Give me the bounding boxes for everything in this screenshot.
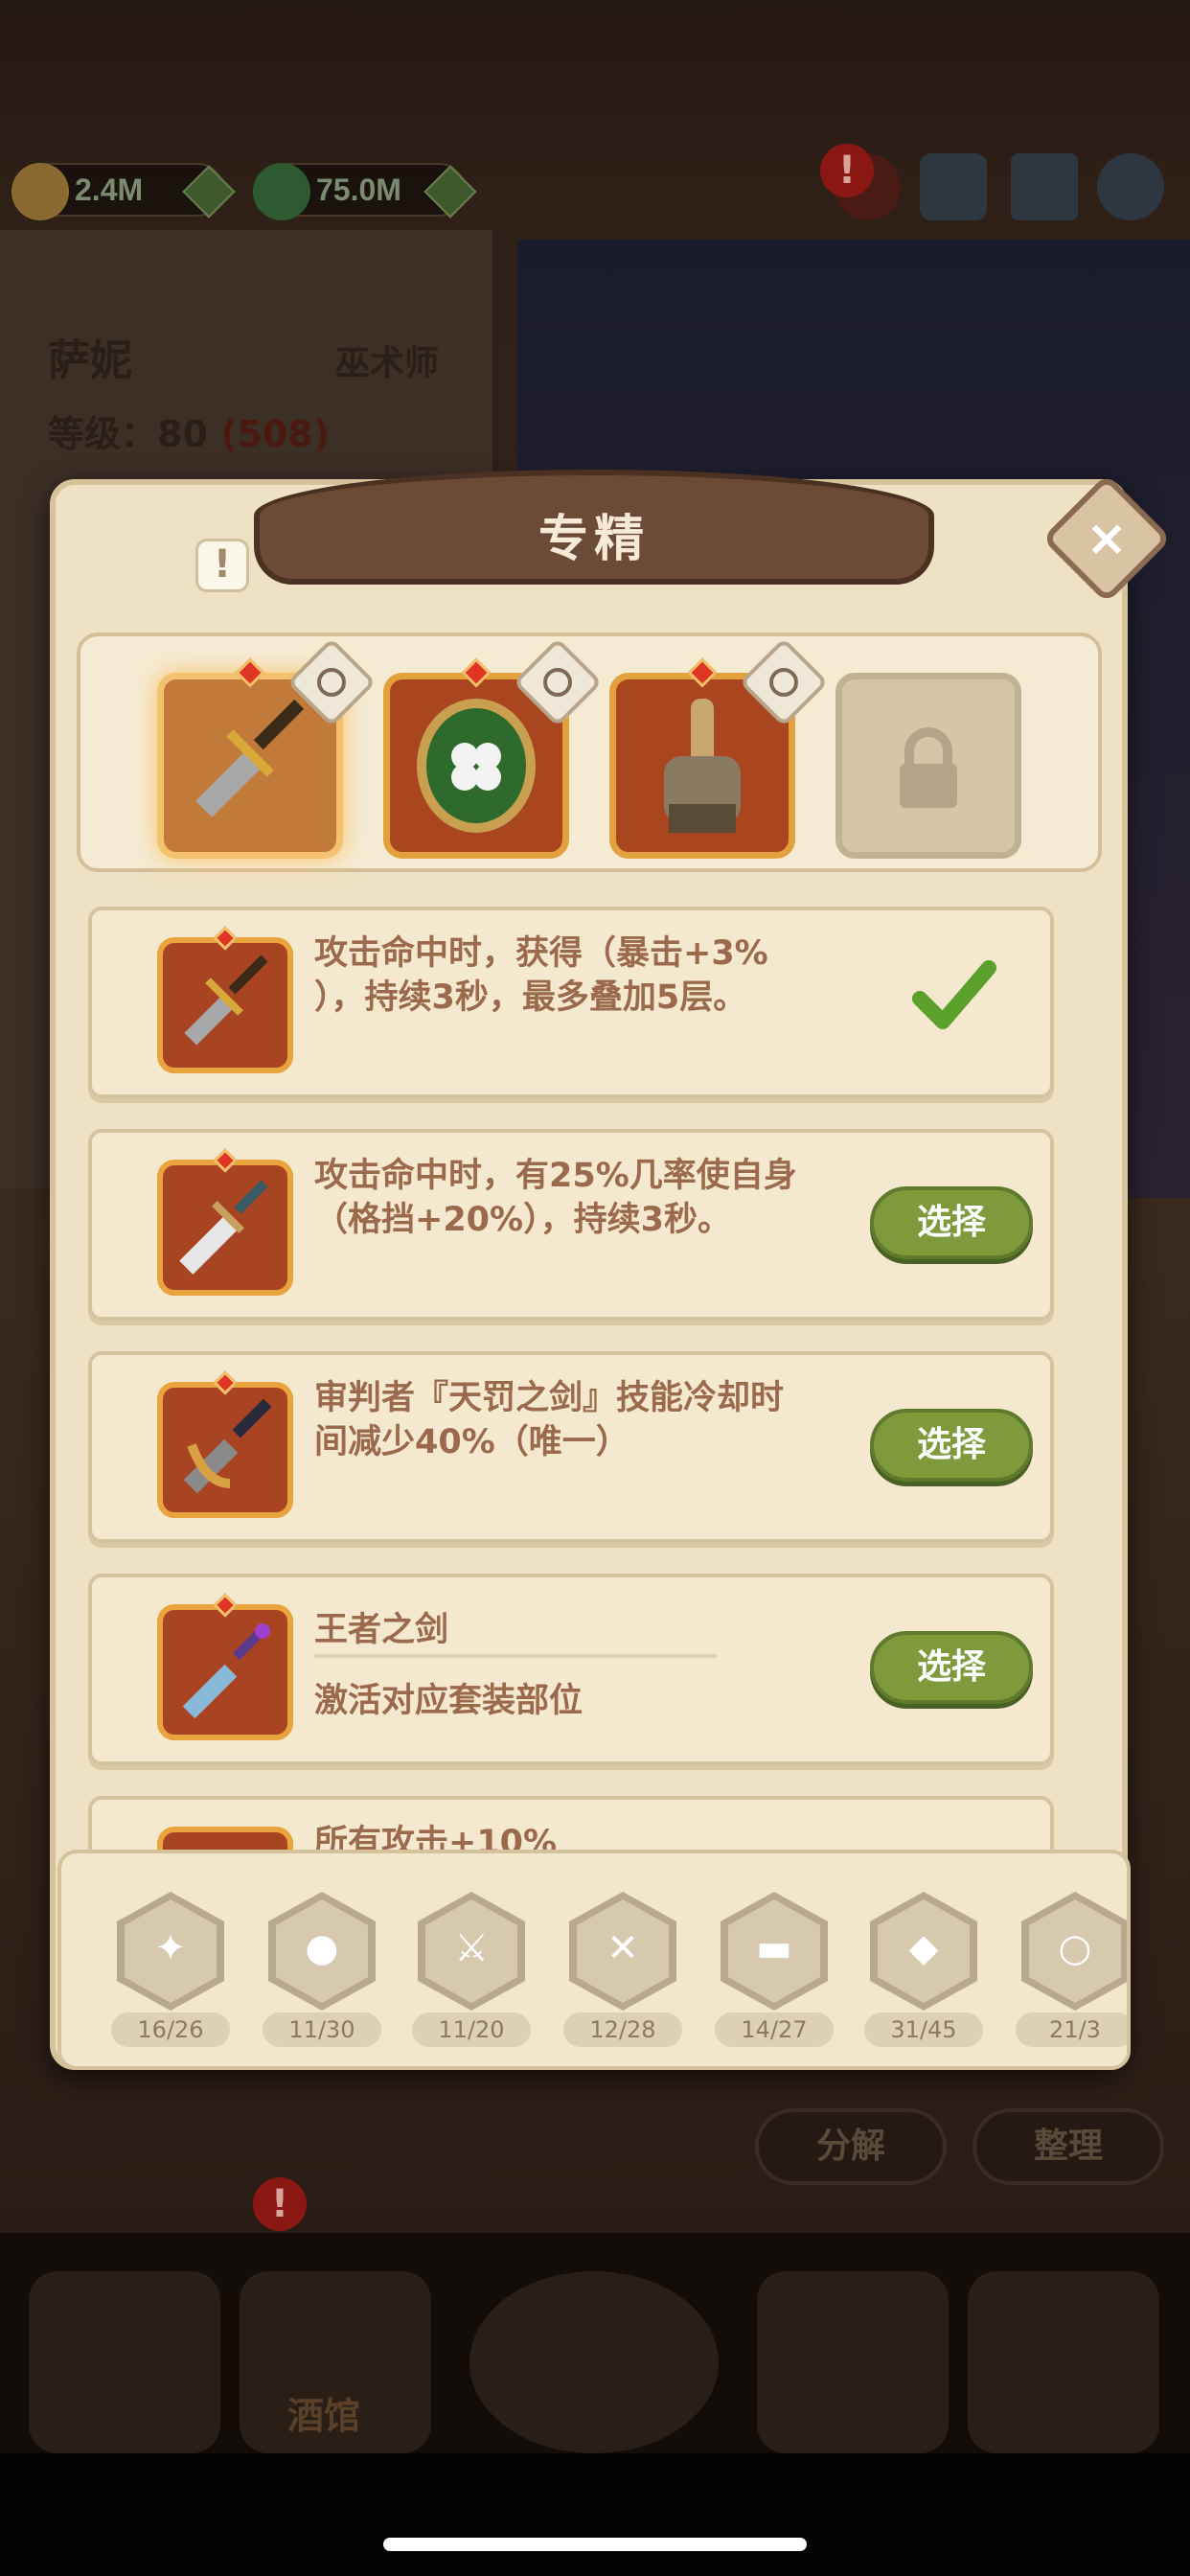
talent-description: 攻击命中时，获得（暴击+3% ），持续3秒，最多叠加5层。 [314, 934, 768, 1017]
hero-name: 萨妮 [48, 336, 132, 385]
filter-count: 16/26 [111, 2012, 230, 2047]
filter-leg[interactable]: ✦ 16/26 [111, 1892, 230, 2064]
gold-coin-icon [11, 163, 69, 220]
lock-icon [900, 727, 957, 808]
select-button[interactable]: 选择 [870, 1631, 1033, 1704]
chat-icon[interactable] [920, 153, 987, 220]
info-button[interactable]: ! [195, 539, 249, 592]
filter-shield[interactable]: ✕ 12/28 [563, 1892, 682, 2064]
clover-shield-icon [417, 699, 536, 833]
shield-icon: ✕ [606, 1926, 639, 1970]
nav-tavern-label: 酒馆 [287, 2395, 361, 2437]
talent-icon [157, 1370, 293, 1518]
hero-level-label: 等级：80 [48, 413, 208, 455]
top-bar: 2.4M 75.0M [0, 153, 1190, 230]
filter-count: 14/27 [715, 2012, 834, 2047]
gold-value: 2.4M [75, 172, 144, 207]
gold-counter: 2.4M [11, 163, 236, 220]
add-gold-button[interactable] [182, 165, 236, 218]
filter-count: 21/3 [1016, 2012, 1127, 2047]
slot-gauntlet[interactable] [609, 637, 829, 859]
hero-level: 等级：80 (508) [48, 404, 330, 457]
filter-count: 11/20 [412, 2012, 531, 2047]
modal-header: 专精 [254, 450, 934, 594]
tavern-alert-badge: ! [253, 2177, 307, 2231]
ring-icon: ○ [1058, 1926, 1092, 1970]
select-button[interactable]: 选择 [870, 1186, 1033, 1259]
equipment-filter-tray: ✦ 16/26 ● 11/30 ⚔ 11/20 ✕ 12/28 ▬ 14/27 … [57, 1850, 1131, 2070]
gem-icon [253, 163, 310, 220]
talent-card: 王者之剑 激活对应套装部位 选择 [88, 1574, 1054, 1765]
specialization-slot-row [77, 632, 1102, 872]
modal-title: 专精 [538, 511, 650, 568]
nav-home[interactable] [29, 2271, 220, 2453]
filter-count: 11/30 [263, 2012, 381, 2047]
gem-value: 75.0M [316, 172, 401, 207]
talent-description: 攻击命中时，有25%几率使自身 （格挡+20%），持续3秒。 [314, 1157, 797, 1239]
hero-level-extra: (508) [220, 413, 331, 455]
event-alert-badge: ! [820, 144, 874, 197]
sword-icon: ⚔ [454, 1926, 489, 1970]
arrange-button[interactable]: 整理 [973, 2108, 1164, 2185]
talent-description: 激活对应套装部位 [314, 1682, 584, 1720]
talent-icon [157, 1148, 293, 1296]
slot-locked[interactable] [835, 673, 1021, 859]
armor-icon: ◆ [908, 1926, 939, 1970]
checkmark-icon [912, 960, 996, 1029]
filter-count: 12/28 [563, 2012, 682, 2047]
slot-sword[interactable] [157, 637, 377, 859]
filter-sword[interactable]: ⚔ 11/20 [412, 1892, 531, 2064]
settings-gear-icon[interactable] [1097, 153, 1164, 220]
mail-icon[interactable] [1011, 153, 1078, 220]
talent-title: 王者之剑 [314, 1611, 449, 1649]
filter-book[interactable]: ▬ 14/27 [715, 1892, 834, 2064]
close-icon: × [1086, 510, 1128, 567]
gem-counter: 75.0M [253, 163, 477, 220]
talent-card: 攻击命中时，有25%几率使自身 （格挡+20%），持续3秒。 选择 [88, 1129, 1054, 1321]
divider [314, 1654, 717, 1658]
talent-card[interactable]: 攻击命中时，获得（暴击+3% ），持续3秒，最多叠加5层。 [88, 907, 1054, 1098]
talent-description: 审判者『天罚之剑』技能冷却时 间减少40%（唯一） [314, 1379, 785, 1461]
nav-arena[interactable] [757, 2271, 949, 2453]
select-button[interactable]: 选择 [870, 1409, 1033, 1482]
nav-adventure[interactable] [469, 2271, 719, 2453]
nav-forge[interactable] [968, 2271, 1159, 2453]
home-indicator[interactable] [383, 2538, 807, 2551]
gauntlet-icon [664, 699, 741, 833]
filter-count: 31/45 [864, 2012, 983, 2047]
filter-ring[interactable]: ○ 21/3 [1016, 1892, 1127, 2064]
sword-icon [195, 699, 305, 817]
dagger-icon [179, 1180, 268, 1275]
hero-class: 巫术师 [335, 344, 440, 383]
filter-drumstick[interactable]: ● 11/30 [263, 1892, 381, 2064]
book-icon: ▬ [756, 1926, 792, 1970]
talent-icon [157, 1593, 293, 1740]
royal-sword-icon [182, 1622, 270, 1719]
decompose-button[interactable]: 分解 [755, 2108, 947, 2185]
sword-icon [184, 954, 268, 1046]
add-gem-button[interactable] [423, 165, 477, 218]
talent-icon [157, 926, 293, 1073]
drumstick-icon: ● [305, 1926, 339, 1970]
leg-icon: ✦ [154, 1926, 187, 1970]
talent-card: 审判者『天罚之剑』技能冷却时 间减少40%（唯一） 选择 [88, 1351, 1054, 1543]
slot-clover-shield[interactable] [383, 637, 603, 859]
judgment-sword-icon [183, 1398, 272, 1494]
bottom-nav [0, 2233, 1190, 2453]
filter-armor[interactable]: ◆ 31/45 [864, 1892, 983, 2064]
